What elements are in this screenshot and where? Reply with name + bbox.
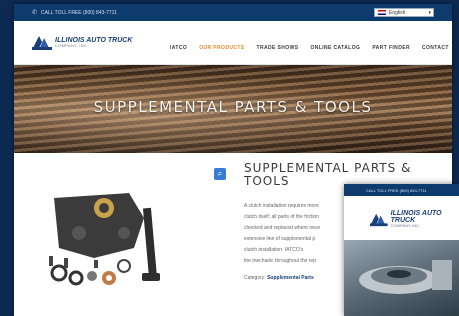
site-header: ILLINOIS AUTO TRUCK COMPANY, INC. IATCO …	[14, 21, 452, 65]
overlay-logo-name: ILLINOIS AUTO TRUCK	[390, 210, 442, 224]
logo-subtitle: COMPANY, INC.	[55, 42, 89, 48]
search-icon: ⌕	[217, 169, 223, 178]
logo-mark-icon	[370, 213, 388, 227]
product-image[interactable]	[34, 178, 184, 288]
description-line: clutch installation. IATCO's	[244, 247, 304, 253]
overlay-phone[interactable]: CALL TOLL FREE (800) 843-7711	[366, 188, 427, 193]
language-value: English	[389, 9, 406, 16]
nav-item-iatco[interactable]: IATCO	[164, 42, 193, 54]
zoom-button[interactable]: ⌕	[214, 168, 226, 180]
nav-item-part-finder[interactable]: PART FINDER	[366, 42, 416, 54]
overlay-logo[interactable]: ILLINOIS AUTO TRUCK COMPANY, INC.	[370, 210, 459, 228]
product-description: A clutch installation requires more clut…	[244, 201, 354, 267]
hero-banner: SUPPLEMENTAL PARTS & TOOLS	[14, 65, 452, 153]
overlay-logo-subtitle: COMPANY, INC.	[390, 223, 421, 228]
logo-mark-icon	[32, 36, 52, 50]
hero-title: SUPPLEMENTAL PARTS & TOOLS	[93, 98, 373, 116]
top-bar: ✆ CALL TOLL FREE (800) 843-7711 English …	[14, 4, 452, 21]
nav-item-trade-shows[interactable]: TRADE SHOWS	[251, 42, 305, 54]
description-line: the mechanic throughout the rep	[244, 258, 316, 264]
chevron-down-icon: ▾	[428, 9, 431, 16]
nav-item-online-catalog[interactable]: ONLINE CATALOG	[304, 42, 366, 54]
description-line: A clutch installation requires more	[244, 203, 319, 209]
overlay-top-bar: CALL TOLL FREE (800) 843-7711	[344, 184, 459, 196]
overlay-part-image	[359, 260, 452, 294]
description-line: extensive line of supplemental p	[244, 236, 316, 242]
nav-item-contact[interactable]: CONTACT	[416, 42, 452, 54]
overlay-window: CALL TOLL FREE (800) 843-7711 ILLINOIS A…	[344, 184, 459, 316]
phone-number[interactable]: CALL TOLL FREE (800) 843-7711	[41, 10, 117, 16]
category-link[interactable]: Supplemental Parts	[267, 275, 314, 281]
category-label: Category:	[244, 275, 266, 281]
flag-icon	[378, 10, 386, 15]
main-nav: IATCO OUR PRODUCTS TRADE SHOWS ONLINE CA…	[164, 42, 452, 54]
description-line: clutch itself; all parts of the friction	[244, 214, 320, 220]
nav-item-our-products[interactable]: OUR PRODUCTS	[193, 42, 250, 54]
product-category: Category: Supplemental Parts	[244, 275, 314, 281]
overlay-hero-image	[344, 240, 459, 316]
language-select[interactable]: English ▾	[374, 8, 434, 17]
site-logo[interactable]: ILLINOIS AUTO TRUCK COMPANY, INC.	[32, 34, 132, 50]
phone-icon: ✆	[32, 10, 38, 16]
description-line: checked and replaced where nece	[244, 225, 321, 231]
